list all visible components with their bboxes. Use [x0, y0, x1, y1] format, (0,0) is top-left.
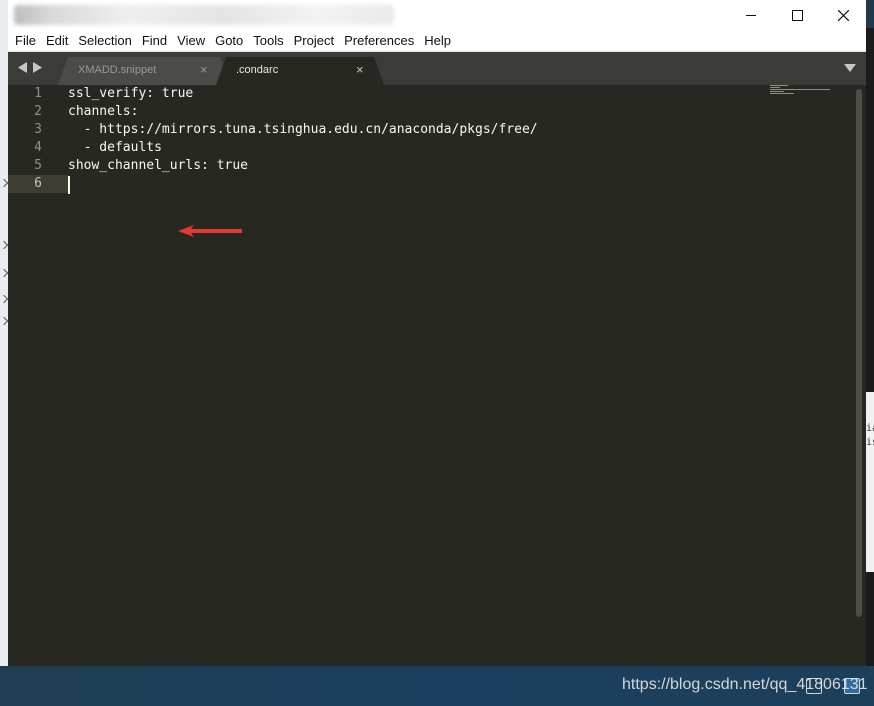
menu-goto[interactable]: Goto [210, 31, 248, 51]
menu-bar: File Edit Selection Find View Goto Tools… [8, 30, 866, 52]
minimize-icon [746, 15, 756, 16]
tab-label: XMADD.snippet [78, 64, 157, 76]
watermark-text: https://blog.csdn.net/qq_41806131 [622, 676, 868, 693]
tab-bar: XMADD.snippet × .condarc × [8, 52, 866, 85]
close-button[interactable] [820, 0, 866, 30]
chevron-right-icon [0, 294, 9, 304]
menu-view[interactable]: View [172, 31, 210, 51]
menu-find[interactable]: Find [137, 31, 172, 51]
minimize-button[interactable] [728, 0, 774, 30]
title-bar[interactable] [8, 0, 866, 30]
tab-label: .condarc [236, 64, 279, 76]
background-text-line: is [866, 437, 874, 448]
line-number-gutter: 1 2 3 4 5 6 [8, 85, 56, 666]
code-line: channels: [68, 104, 139, 119]
chevron-right-icon [0, 268, 9, 278]
editor-area[interactable]: 1 2 3 4 5 6 ssl_verify: true channels: -… [8, 85, 866, 666]
minimap[interactable] [770, 85, 840, 105]
menu-edit[interactable]: Edit [41, 31, 73, 51]
background-window-panel: ia is [866, 392, 874, 572]
window-title-blurred [14, 5, 394, 25]
minimap-line [770, 93, 794, 94]
code-line: ssl_verify: true [68, 86, 194, 101]
line-number: 5 [34, 158, 42, 173]
menu-selection[interactable]: Selection [73, 31, 136, 51]
minimap-line [770, 85, 788, 86]
tab-prev-icon[interactable] [18, 62, 27, 73]
line-number: 3 [34, 122, 42, 137]
tab-close-icon[interactable]: × [356, 63, 364, 77]
menu-preferences[interactable]: Preferences [339, 31, 419, 51]
minimap-line [770, 89, 830, 90]
line-number: 1 [34, 86, 42, 101]
tab-close-icon[interactable]: × [200, 63, 208, 77]
minimap-line [770, 87, 780, 88]
code-line: - defaults [68, 140, 162, 155]
chevron-right-icon [0, 240, 9, 250]
line-number: 4 [34, 140, 42, 155]
tab-next-icon[interactable] [33, 62, 42, 73]
background-window-right: ia is [866, 28, 874, 666]
chevron-right-icon [0, 316, 9, 326]
sublime-text-window: File Edit Selection Find View Goto Tools… [8, 0, 866, 666]
text-cursor [68, 176, 70, 194]
close-icon [837, 9, 849, 21]
tab-list-dropdown-icon[interactable] [844, 64, 856, 72]
maximize-icon [791, 9, 803, 21]
menu-tools[interactable]: Tools [248, 31, 288, 51]
code-line: show_channel_urls: true [68, 158, 249, 173]
maximize-button[interactable] [774, 0, 820, 30]
line-number: 2 [34, 104, 42, 119]
menu-file[interactable]: File [10, 31, 41, 51]
vertical-scrollbar[interactable] [856, 89, 862, 617]
tab-condarc[interactable]: .condarc × [216, 57, 384, 85]
menu-help[interactable]: Help [419, 31, 456, 51]
annotation-arrow-icon [178, 225, 242, 237]
code-line: - https://mirrors.tuna.tsinghua.edu.cn/a… [68, 122, 538, 137]
menu-project[interactable]: Project [289, 31, 339, 51]
background-text-line: ia [866, 423, 874, 434]
minimap-line [770, 91, 784, 92]
line-number: 6 [34, 176, 42, 191]
tab-navigation [18, 62, 42, 73]
tab-xmadd-snippet[interactable]: XMADD.snippet × [58, 57, 230, 85]
